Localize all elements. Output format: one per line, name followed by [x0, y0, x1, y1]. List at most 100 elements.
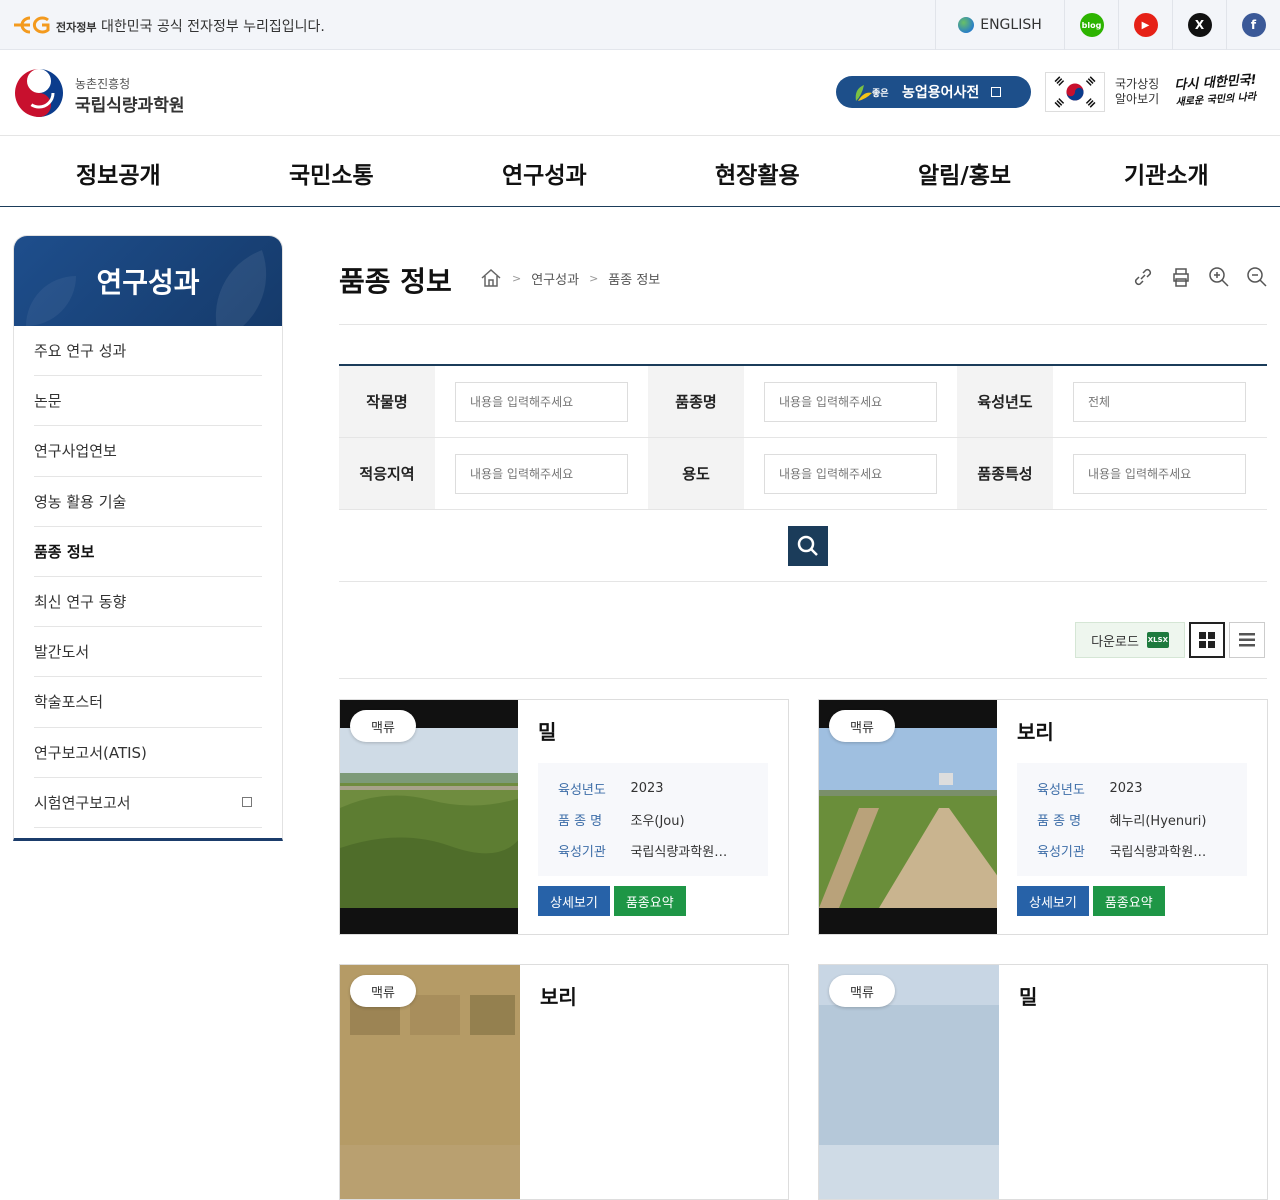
chevron-right-icon: >: [589, 271, 599, 285]
gov-banner: 전자정부 대한민국 공식 전자정부 누리집입니다. ENGLISH blog ▶…: [0, 0, 1280, 50]
info-key: 육성년도: [1037, 783, 1085, 798]
info-value: 2023: [1109, 781, 1143, 796]
side-item-label: 주요 연구 성과: [34, 342, 127, 361]
agri-dictionary-label: 농업용어사전: [902, 85, 980, 101]
leaf-decoration: [26, 276, 76, 326]
agri-dictionary-button[interactable]: 좋은 농업용어사전: [836, 76, 1031, 108]
svg-text:좋은: 좋은: [872, 88, 889, 99]
zoom-out-icon[interactable]: [1246, 266, 1268, 288]
page-title: 품종 정보: [339, 265, 452, 298]
gnb-item-research[interactable]: 연구성과: [502, 156, 587, 190]
globe-icon: [958, 17, 975, 33]
side-item-posters[interactable]: 학술포스터: [34, 677, 262, 728]
gnb-item-news[interactable]: 알림/홍보: [918, 156, 1011, 190]
home-icon[interactable]: [480, 268, 502, 288]
search-button[interactable]: [788, 526, 828, 566]
egov-notice[interactable]: 대한민국 공식 전자정부 누리집입니다.: [101, 16, 325, 36]
variety-photo: 맥류: [819, 700, 997, 934]
divider: [339, 581, 1267, 582]
info-value: 혜누리(Hyenuri): [1109, 814, 1207, 829]
side-item-research-trends[interactable]: 최신 연구 동향: [34, 577, 262, 628]
gnb-item-about[interactable]: 기관소개: [1124, 156, 1209, 190]
variety-photo: 맥류: [340, 700, 518, 934]
variety-photo: 맥류: [819, 965, 999, 1199]
youtube-link[interactable]: ▶: [1118, 0, 1172, 50]
variety-photo: 맥류: [340, 965, 520, 1199]
gnb-item-field-use[interactable]: 현장활용: [715, 156, 800, 190]
side-item-farming-tech[interactable]: 영농 활용 기술: [34, 477, 262, 527]
trait-input[interactable]: [1073, 453, 1246, 494]
divider: [339, 678, 1267, 679]
org-name[interactable]: 국립식량과학원: [75, 91, 184, 116]
org-parent-name: 농촌진흥청: [75, 77, 131, 91]
page-tools: [1132, 266, 1268, 288]
print-icon[interactable]: [1170, 266, 1192, 288]
info-value: 조우(Jou): [630, 814, 685, 829]
crop-name: 밀: [538, 720, 557, 744]
side-item-label: 학술포스터: [34, 693, 104, 712]
grid-icon: [1199, 632, 1215, 648]
list-icon: [1239, 633, 1255, 647]
side-item-test-reports[interactable]: 시험연구보고서: [34, 778, 262, 828]
facebook-link[interactable]: f: [1226, 0, 1280, 50]
side-item-atis-reports[interactable]: 연구보고서(ATIS): [34, 728, 262, 778]
korean-flag-icon: [1045, 72, 1105, 112]
info-value: 국립식량과학원…: [1109, 845, 1207, 860]
search-form: 작물명 품종명 육성년도 적응지역 용도 품종특성: [339, 364, 1267, 510]
blog-icon: blog: [1079, 13, 1104, 37]
crop-name: 밀: [1019, 985, 1038, 1009]
usage-label: 용도: [648, 438, 744, 509]
side-item-major-results[interactable]: 주요 연구 성과: [34, 326, 262, 377]
breadcrumb-item[interactable]: 연구성과: [531, 269, 579, 288]
blog-link[interactable]: blog: [1064, 0, 1118, 50]
gnb-item-communication[interactable]: 국민소통: [289, 156, 374, 190]
government-slogan: 다시 대한민국! 새로운 국민의 나라: [1174, 71, 1271, 112]
side-item-label: 논문: [34, 392, 62, 411]
crop-name: 보리: [1017, 720, 1054, 744]
side-item-label: 시험연구보고서: [34, 793, 131, 812]
info-key: 품 종 명: [558, 814, 603, 829]
external-link-icon: [991, 87, 1002, 97]
variety-name-input[interactable]: [764, 381, 937, 422]
summary-button[interactable]: 품종요약: [613, 886, 686, 916]
variety-info: 육성년도 2023 품 종 명 혜누리(Hyenuri) 육성기관 국립식량과학원…: [1017, 763, 1247, 876]
facebook-icon: f: [1241, 13, 1266, 37]
variety-card[interactable]: 맥류 밀 육성년도 2023 품 종 명 조우(Jou) 육성기관 국립식량과학원… …: [339, 699, 789, 935]
list-view-button[interactable]: [1229, 622, 1265, 658]
taegeuk-logo-icon[interactable]: [14, 68, 64, 118]
variety-card[interactable]: 맥류 보리 육성년도 2023 품 종 명 혜누리(Hyenuri) 육성기관 국립식…: [818, 699, 1268, 935]
side-item-variety-info[interactable]: 품종 정보: [34, 527, 262, 577]
crop-category-badge: 맥류: [350, 975, 416, 1007]
side-item-papers[interactable]: 논문: [34, 376, 262, 427]
detail-button[interactable]: 상세보기: [1017, 886, 1089, 916]
usage-input[interactable]: [764, 453, 937, 494]
info-value: 국립식량과학원…: [630, 845, 728, 860]
download-button[interactable]: 다운로드 XLSX: [1075, 622, 1185, 658]
zoom-in-icon[interactable]: [1208, 266, 1230, 288]
info-key: 육성기관: [558, 845, 606, 860]
variety-card[interactable]: 맥류 밀: [818, 964, 1268, 1200]
crop-name: 보리: [540, 985, 577, 1009]
national-symbol-link[interactable]: 국가상징 알아보기: [1045, 72, 1165, 112]
crop-category-badge: 맥류: [350, 710, 416, 742]
crop-name-input[interactable]: [455, 381, 628, 422]
breeding-year-input[interactable]: [1073, 381, 1246, 422]
site-header: 농촌진흥청 국립식량과학원 좋은 농업용어사전 국가상징 알아보기 다시 대한민…: [0, 50, 1280, 136]
barley-field-image: [819, 728, 997, 908]
grid-view-button[interactable]: [1189, 622, 1225, 658]
detail-button[interactable]: 상세보기: [538, 886, 610, 916]
link-icon[interactable]: [1132, 266, 1154, 288]
chevron-right-icon: >: [512, 271, 522, 285]
region-input[interactable]: [455, 453, 628, 494]
side-item-annual-report[interactable]: 연구사업연보: [34, 426, 262, 477]
breadcrumb: > 연구성과 > 품종 정보: [480, 268, 660, 288]
breadcrumb-item[interactable]: 품종 정보: [608, 269, 660, 288]
variety-card[interactable]: 맥류 보리: [339, 964, 789, 1200]
excel-icon: XLSX: [1146, 632, 1169, 648]
x-link[interactable]: X: [1172, 0, 1226, 50]
gnb-item-info-disclosure[interactable]: 정보공개: [76, 156, 161, 190]
english-link[interactable]: ENGLISH: [935, 0, 1064, 50]
side-item-publications[interactable]: 발간도서: [34, 627, 262, 678]
breeding-year-label: 육성년도: [957, 366, 1053, 437]
summary-button[interactable]: 품종요약: [1092, 886, 1165, 916]
